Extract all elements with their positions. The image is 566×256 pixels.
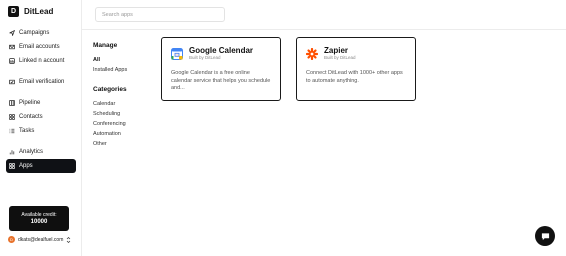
category-automation[interactable]: Automation: [93, 129, 153, 139]
apps-icon: [9, 163, 15, 169]
card-title-group: Google Calendar Built by DitLead: [189, 46, 253, 61]
user-email: dkats@dealfuel.com: [18, 236, 64, 243]
sidebar-item-label: Pipeline: [19, 100, 41, 106]
filter-all[interactable]: All: [93, 55, 153, 65]
category-scheduling[interactable]: Scheduling: [93, 109, 153, 119]
sidebar-item-label: Analytics: [19, 149, 44, 155]
analytics-icon: [9, 150, 15, 155]
app-built-by: Built by DitLead: [324, 55, 356, 60]
app-built-by: Built by DitLead: [189, 55, 221, 60]
brand-logo: D: [8, 6, 19, 17]
sidebar-item-analytics[interactable]: Analytics: [6, 145, 76, 159]
app-title: Google Calendar: [189, 46, 254, 55]
verify-icon: [9, 79, 15, 85]
credit-value: 10000: [30, 218, 48, 225]
sidebar-item-email-accounts[interactable]: Email accounts: [6, 40, 76, 54]
card-header: Google Calendar Built by DitLead: [171, 46, 271, 61]
sidebar-item-contacts[interactable]: Contacts: [6, 110, 76, 124]
chat-icon: [541, 232, 549, 240]
card-title-group: Zapier Built by DitLead: [324, 46, 356, 61]
chevron-updown-icon: [67, 236, 71, 243]
app-root: D DitLead Campaigns Email accounts Linke…: [0, 0, 566, 256]
google-calendar-icon: [171, 48, 183, 60]
mail-icon: [9, 44, 15, 50]
sidebar-item-tasks[interactable]: Tasks: [6, 124, 76, 138]
avatar: D: [8, 236, 15, 243]
sidebar-item-label: Contacts: [19, 114, 43, 120]
search-input[interactable]: [95, 7, 225, 22]
sidebar-item-pipeline[interactable]: Pipeline: [6, 96, 76, 110]
credit-label: Available credit:: [21, 211, 57, 218]
topbar: [82, 0, 566, 30]
manage-heading: Manage: [93, 42, 118, 49]
app-card-google-calendar[interactable]: Google Calendar Built by DitLead Google …: [161, 37, 281, 101]
card-header: Zapier Built by DitLead: [306, 46, 406, 61]
sidebar-item-label: Email accounts: [19, 44, 60, 50]
sidebar-item-label: Apps: [19, 163, 33, 169]
sidebar-item-label: Email verification: [19, 79, 65, 85]
filter-installed-apps[interactable]: Installed Apps: [93, 65, 153, 75]
chat-button[interactable]: [535, 226, 555, 246]
app-title: Zapier: [324, 46, 349, 55]
app-card-zapier[interactable]: Zapier Built by DitLead Connect DitLead …: [296, 37, 416, 101]
nav-group: Analytics Apps: [6, 145, 76, 173]
zapier-icon: [306, 48, 318, 60]
app-description: Google Calendar is a free online calenda…: [171, 70, 271, 91]
category-conferencing[interactable]: Conferencing: [93, 119, 153, 129]
user-menu[interactable]: D dkats@dealfuel.com: [8, 236, 71, 243]
category-calendar[interactable]: Calendar: [93, 99, 153, 109]
sidebar-item-email-verification[interactable]: Email verification: [6, 75, 76, 89]
linkedin-icon: [9, 58, 15, 64]
sidebar-item-campaigns[interactable]: Campaigns: [6, 26, 76, 40]
brand[interactable]: D DitLead: [8, 6, 53, 17]
credit-box: Available credit: 10000: [9, 206, 69, 231]
nav-group: Email verification: [6, 75, 76, 89]
pipeline-icon: [9, 100, 15, 106]
nav-group: Campaigns Email accounts Linked n accoun…: [6, 26, 76, 68]
sidebar-item-label: Tasks: [19, 128, 35, 134]
category-other[interactable]: Other: [93, 139, 153, 149]
categories-heading: Categories: [93, 86, 127, 93]
send-icon: [9, 30, 15, 36]
sidebar-item-label: Linked n account: [19, 58, 65, 64]
nav-group: Pipeline Contacts Tasks: [6, 96, 76, 138]
contacts-icon: [9, 114, 15, 120]
sidebar: D DitLead Campaigns Email accounts Linke…: [0, 0, 82, 256]
sidebar-item-label: Campaigns: [19, 30, 50, 36]
sidebar-item-apps[interactable]: Apps: [6, 159, 76, 173]
sidebar-item-linkedin-account[interactable]: Linked n account: [6, 54, 76, 68]
app-description: Connect DitLead with 1000+ other apps to…: [306, 70, 403, 84]
tasks-icon: [9, 128, 15, 134]
filters-panel: Manage All Installed Apps Categories Cal…: [93, 42, 153, 149]
sidebar-nav: Campaigns Email accounts Linked n accoun…: [6, 26, 76, 180]
brand-name: DitLead: [24, 7, 54, 16]
